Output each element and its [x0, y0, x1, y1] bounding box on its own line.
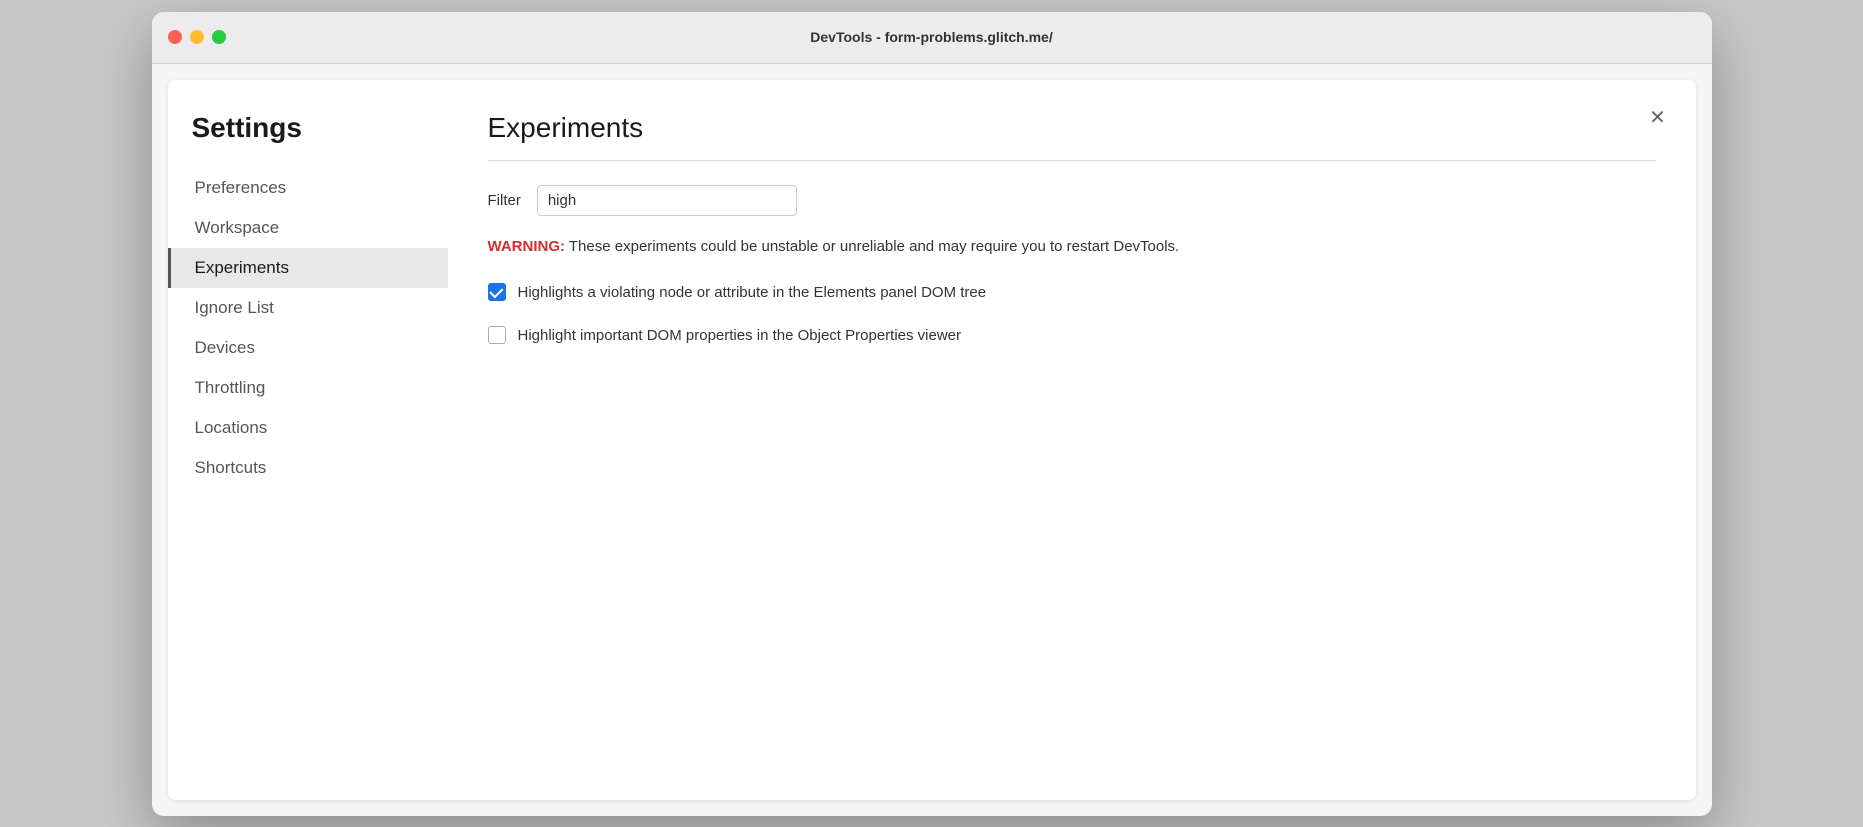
devtools-window: DevTools - form-problems.glitch.me/ Sett… [152, 12, 1712, 816]
traffic-lights [168, 30, 226, 44]
title-divider [488, 160, 1656, 161]
settings-content: Settings Preferences Workspace Experimen… [168, 80, 1696, 800]
filter-row: Filter [488, 185, 1656, 216]
sidebar-item-shortcuts[interactable]: Shortcuts [168, 448, 448, 488]
sidebar-heading: Settings [168, 112, 448, 168]
sidebar-item-devices[interactable]: Devices [168, 328, 448, 368]
sidebar-item-locations[interactable]: Locations [168, 408, 448, 448]
experiment-item-2: Highlight important DOM properties in th… [488, 325, 1656, 348]
experiment-item-1: Highlights a violating node or attribute… [488, 282, 1656, 305]
experiment-label-2: Highlight important DOM properties in th… [518, 325, 962, 348]
close-button-traffic[interactable] [168, 30, 182, 44]
warning-label: WARNING: [488, 238, 566, 255]
filter-label: Filter [488, 192, 521, 209]
experiment-checkbox-1[interactable] [488, 283, 506, 301]
sidebar-item-experiments[interactable]: Experiments [168, 248, 448, 288]
sidebar-item-workspace[interactable]: Workspace [168, 208, 448, 248]
titlebar: DevTools - form-problems.glitch.me/ [152, 12, 1712, 64]
page-title: Experiments [488, 112, 1656, 144]
sidebar: Settings Preferences Workspace Experimen… [168, 80, 448, 800]
maximize-button-traffic[interactable] [212, 30, 226, 44]
sidebar-item-throttling[interactable]: Throttling [168, 368, 448, 408]
warning-body: These experiments could be unstable or u… [565, 238, 1179, 255]
experiment-label-1: Highlights a violating node or attribute… [518, 282, 987, 305]
close-settings-button[interactable]: ✕ [1644, 104, 1672, 132]
warning-message: WARNING: These experiments could be unst… [488, 236, 1656, 259]
minimize-button-traffic[interactable] [190, 30, 204, 44]
filter-input[interactable] [537, 185, 797, 216]
sidebar-item-ignore-list[interactable]: Ignore List [168, 288, 448, 328]
main-panel: ✕ Experiments Filter WARNING: These expe… [448, 80, 1696, 800]
sidebar-item-preferences[interactable]: Preferences [168, 168, 448, 208]
window-title: DevTools - form-problems.glitch.me/ [810, 29, 1052, 45]
experiment-checkbox-2[interactable] [488, 326, 506, 344]
